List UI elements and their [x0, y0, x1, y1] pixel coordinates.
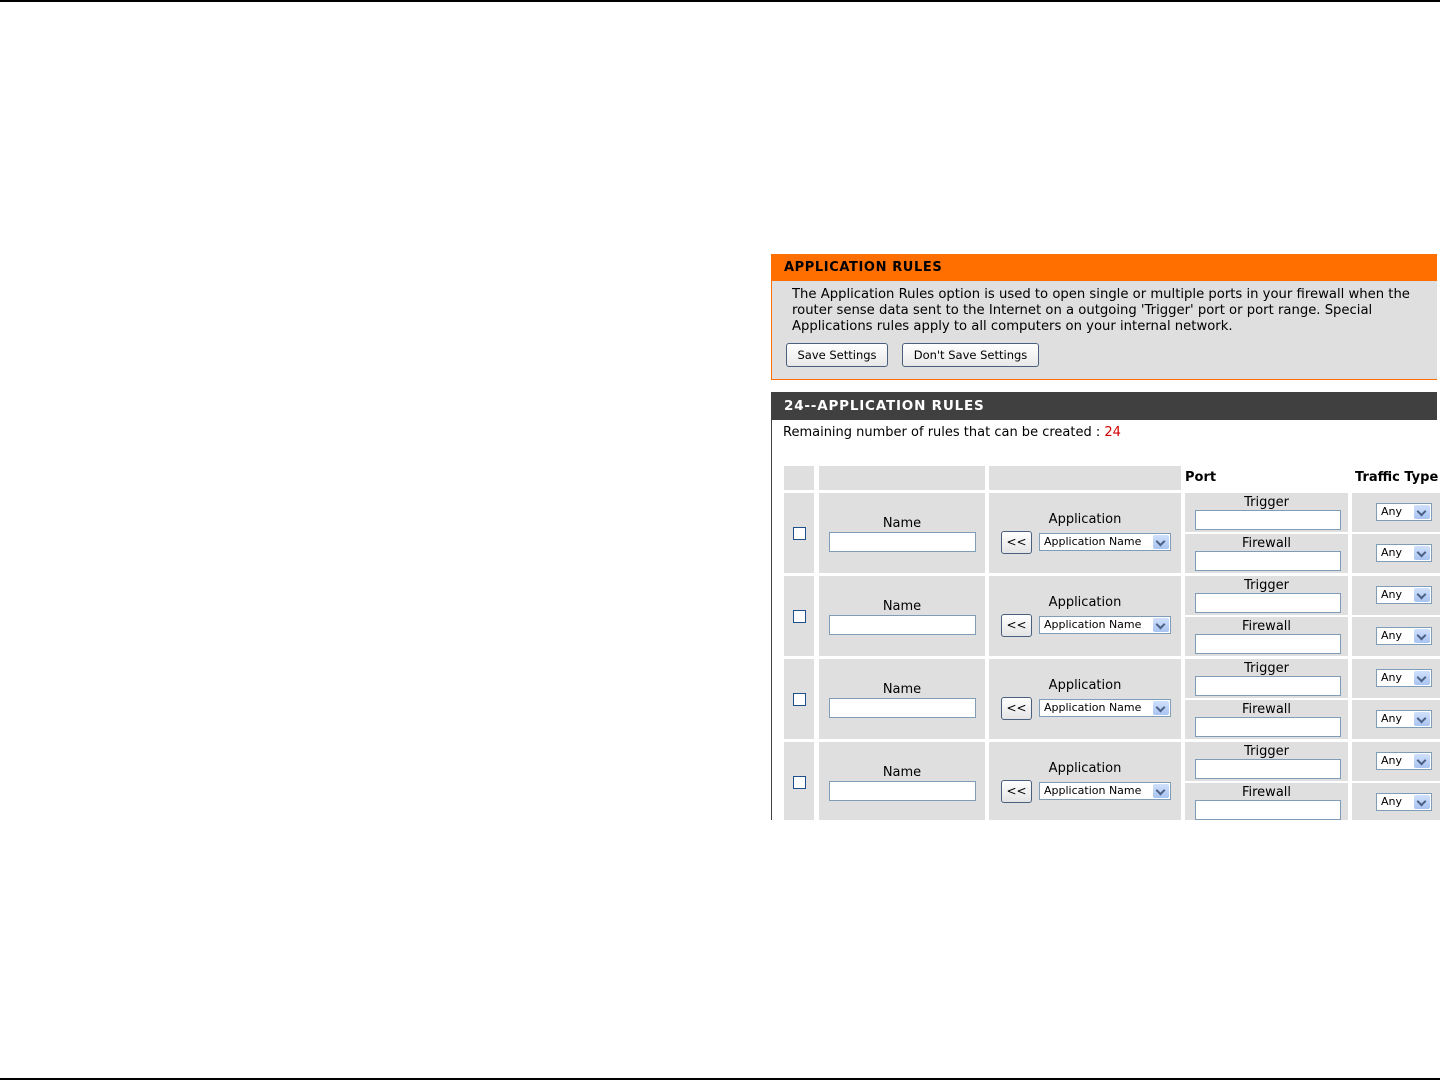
rule-row-3-trigger-traffic-select[interactable]: Any [1376, 669, 1432, 687]
router-config-panel: APPLICATION RULES The Application Rules … [771, 254, 1440, 820]
rule-row-2-checkbox[interactable] [793, 610, 806, 623]
traffic-select-value: Any [1381, 505, 1403, 518]
remaining-rules-count: 24 [1104, 425, 1121, 440]
rule-row-4-trigger-traffic-select[interactable]: Any [1376, 752, 1432, 770]
rule-row-4-trigger-input[interactable] [1195, 759, 1341, 779]
chevron-down-icon [1414, 505, 1430, 519]
top-divider [0, 0, 1440, 2]
rule-row-3-firewall-label: Firewall [1241, 702, 1292, 717]
rule-row-4-firewall-traffic-select[interactable]: Any [1376, 793, 1432, 811]
chevron-down-icon [1414, 546, 1430, 560]
rule-row-3-checkbox[interactable] [793, 693, 806, 706]
chevron-down-icon [1153, 784, 1169, 798]
chevron-down-icon [1153, 701, 1169, 715]
traffic-select-value: Any [1381, 546, 1403, 559]
chevron-down-icon [1414, 671, 1430, 685]
rule-row-2-application-label: Application [1048, 595, 1122, 610]
chevron-down-icon [1414, 795, 1430, 809]
rule-row-1-name-input[interactable] [829, 532, 976, 552]
chevron-down-icon [1153, 618, 1169, 632]
application-select-value: Application Name [1044, 784, 1142, 797]
chevron-down-icon [1153, 535, 1169, 549]
traffic-select-value: Any [1381, 588, 1403, 601]
rule-row-2-firewall-input[interactable] [1195, 634, 1341, 654]
header-cell-application [989, 466, 1181, 490]
rule-row-4-application-select[interactable]: Application Name [1039, 782, 1171, 800]
rule-row-1-firewall-label: Firewall [1241, 536, 1292, 551]
dont-save-settings-button[interactable]: Don't Save Settings [902, 343, 1039, 367]
rule-row-3-application-label: Application [1048, 678, 1122, 693]
traffic-type-header: Traffic Type [1355, 470, 1439, 485]
rule-row-4-application-label: Application [1048, 761, 1122, 776]
rule-row-4-checkbox[interactable] [793, 776, 806, 789]
rule-row-1-application-label: Application [1048, 512, 1122, 527]
rules-section-title: 24--APPLICATION RULES [771, 392, 1437, 420]
rule-row-3-trigger-input[interactable] [1195, 676, 1341, 696]
save-settings-button[interactable]: Save Settings [786, 343, 888, 367]
rule-row-2-application-select[interactable]: Application Name [1039, 616, 1171, 634]
rule-row-4-name-label: Name [882, 765, 922, 780]
chevron-down-icon [1414, 629, 1430, 643]
rule-row-1-trigger-input[interactable] [1195, 510, 1341, 530]
rule-row-4-trigger-label: Trigger [1244, 744, 1289, 759]
traffic-select-value: Any [1381, 629, 1403, 642]
application-rules-box: APPLICATION RULES The Application Rules … [771, 254, 1437, 380]
rule-row-2-firewall-label: Firewall [1241, 619, 1292, 634]
rule-row-3-trigger-label: Trigger [1244, 661, 1289, 676]
traffic-select-value: Any [1381, 712, 1403, 725]
rule-row-3-name-label: Name [882, 682, 922, 697]
rule-row-2-copy-application-button[interactable]: << [1001, 614, 1032, 637]
rule-row-3-firewall-traffic-select[interactable]: Any [1376, 710, 1432, 728]
rule-row-1-firewall-input[interactable] [1195, 551, 1341, 571]
rule-row-4-copy-application-button[interactable]: << [1001, 780, 1032, 803]
rule-row-1-trigger-traffic-select[interactable]: Any [1376, 503, 1432, 521]
rule-row-1-copy-application-button[interactable]: << [1001, 531, 1032, 554]
rule-row-1-firewall-traffic-select[interactable]: Any [1376, 544, 1432, 562]
application-select-value: Application Name [1044, 535, 1142, 548]
application-select-value: Application Name [1044, 701, 1142, 714]
rule-row-2-name-label: Name [882, 599, 922, 614]
application-select-value: Application Name [1044, 618, 1142, 631]
header-cell-name [819, 466, 985, 490]
chevron-down-icon [1414, 712, 1430, 726]
rule-row-1-name-label: Name [882, 516, 922, 531]
rule-row-4-firewall-label: Firewall [1241, 785, 1292, 800]
rule-row-3-application-select[interactable]: Application Name [1039, 699, 1171, 717]
application-rules-title: APPLICATION RULES [772, 255, 1437, 281]
section-left-border [771, 420, 772, 820]
rule-row-4-firewall-input[interactable] [1195, 800, 1341, 820]
rule-row-3-firewall-input[interactable] [1195, 717, 1341, 737]
rule-row-2-trigger-traffic-select[interactable]: Any [1376, 586, 1432, 604]
traffic-select-value: Any [1381, 795, 1403, 808]
rule-row-3-copy-application-button[interactable]: << [1001, 697, 1032, 720]
traffic-select-value: Any [1381, 671, 1403, 684]
rule-row-2-firewall-traffic-select[interactable]: Any [1376, 627, 1432, 645]
rule-row-1-application-select[interactable]: Application Name [1039, 533, 1171, 551]
rule-row-2-trigger-input[interactable] [1195, 593, 1341, 613]
rule-row-3-name-input[interactable] [829, 698, 976, 718]
application-rules-description: The Application Rules option is used to … [792, 287, 1410, 334]
header-cell-select [784, 466, 814, 490]
port-header: Port [1185, 470, 1217, 485]
rule-row-1-trigger-label: Trigger [1244, 495, 1289, 510]
bottom-divider [0, 1078, 1440, 1080]
traffic-select-value: Any [1381, 754, 1403, 767]
rule-row-2-trigger-label: Trigger [1244, 578, 1289, 593]
rule-row-2-name-input[interactable] [829, 615, 976, 635]
rule-row-4-name-input[interactable] [829, 781, 976, 801]
rule-row-1-checkbox[interactable] [793, 527, 806, 540]
chevron-down-icon [1414, 588, 1430, 602]
remaining-rules-text: Remaining number of rules that can be cr… [783, 425, 1121, 440]
chevron-down-icon [1414, 754, 1430, 768]
